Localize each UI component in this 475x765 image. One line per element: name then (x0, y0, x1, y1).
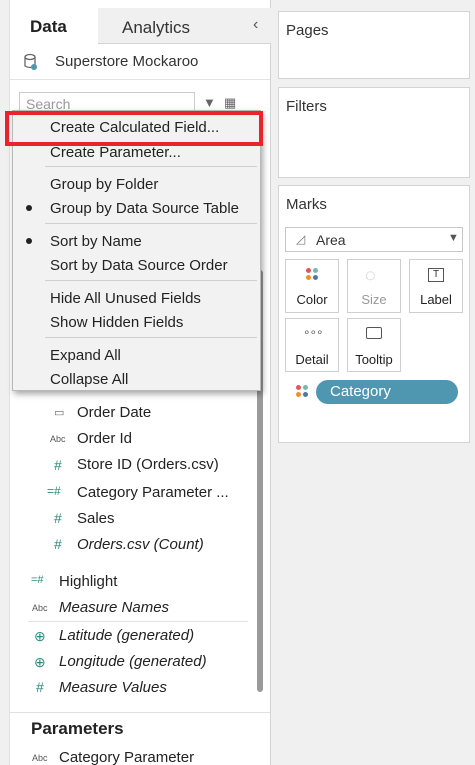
color-encoding-dot (296, 392, 301, 397)
menu-item-group-by-folder[interactable]: Group by Folder (50, 176, 158, 193)
category-pill[interactable]: Category (316, 380, 458, 404)
tooltip-button[interactable]: Tooltip (347, 318, 401, 372)
field-divider (28, 621, 248, 622)
field-measure-names[interactable]: Measure Names (59, 599, 169, 616)
field-options-menu: Create Calculated Field... Create Parame… (12, 110, 261, 391)
detail-icon: ∘∘∘ (303, 325, 324, 339)
field-order-date[interactable]: Order Date (77, 404, 151, 421)
menu-item-expand-all[interactable]: Expand All (50, 347, 121, 364)
string-icon: Abc (50, 434, 66, 444)
label-button[interactable]: T Label (409, 259, 463, 313)
filters-shelf[interactable]: Filters (278, 87, 470, 178)
string-icon: Abc (32, 603, 48, 613)
field-category-parameter[interactable]: Category Parameter ... (77, 484, 229, 501)
date-icon: ▭ (54, 407, 65, 419)
datasource-icon (24, 53, 37, 70)
number-icon: # (54, 510, 62, 526)
checked-bullet-icon (26, 238, 32, 244)
field-store-id[interactable]: Store ID (Orders.csv) (77, 456, 219, 473)
menu-separator (45, 223, 257, 224)
menu-item-show-hidden-fields[interactable]: Show Hidden Fields (50, 314, 183, 331)
size-button[interactable]: ◌ Size (347, 259, 401, 313)
globe-icon: ⊕ (34, 654, 46, 670)
tooltip-label: Tooltip (355, 352, 393, 367)
parameters-header: Parameters (31, 719, 124, 738)
tab-data[interactable]: Data (10, 8, 98, 44)
color-dot (313, 275, 318, 280)
tab-analytics[interactable]: Analytics (98, 8, 271, 44)
chevron-down-icon[interactable]: ▼ (448, 232, 459, 244)
section-divider (10, 712, 270, 713)
menu-item-sort-by-data-source-order[interactable]: Sort by Data Source Order (50, 257, 228, 274)
collapse-pane-icon[interactable]: ‹ (253, 16, 258, 34)
menu-item-group-by-data-source-table[interactable]: Group by Data Source Table (50, 200, 239, 217)
globe-icon: ⊕ (34, 628, 46, 644)
pages-title: Pages (286, 22, 329, 39)
field-latitude[interactable]: Latitude (generated) (59, 627, 194, 644)
menu-item-hide-all-unused-fields[interactable]: Hide All Unused Fields (50, 290, 201, 307)
tooltip-icon (366, 327, 382, 339)
field-longitude[interactable]: Longitude (generated) (59, 653, 207, 670)
color-encoding-dot (296, 385, 301, 390)
detail-label: Detail (295, 352, 329, 367)
checked-bullet-icon (26, 205, 32, 211)
parameter-item[interactable]: Category Parameter (59, 749, 194, 765)
marks-card: Marks (278, 185, 470, 443)
field-order-id[interactable]: Order Id (77, 430, 132, 447)
string-icon: Abc (32, 753, 48, 763)
mark-type-value: Area (316, 232, 346, 248)
field-highlight[interactable]: Highlight (59, 573, 117, 590)
menu-separator (45, 280, 257, 281)
annotation-highlight-box (5, 111, 263, 146)
size-label: Size (361, 292, 387, 307)
field-sales[interactable]: Sales (77, 510, 115, 527)
color-label: Color (296, 292, 328, 307)
mark-type-dropdown[interactable] (285, 227, 463, 252)
field-orders-count[interactable]: Orders.csv (Count) (77, 536, 204, 553)
filter-icon[interactable]: ▼ (203, 95, 216, 110)
menu-item-collapse-all[interactable]: Collapse All (50, 371, 128, 388)
color-encoding-dot (303, 385, 308, 390)
color-encoding-dot (303, 392, 308, 397)
color-dot (306, 275, 311, 280)
label-label: Label (420, 292, 452, 307)
menu-item-sort-by-name[interactable]: Sort by Name (50, 233, 142, 250)
calculated-number-icon: =# (31, 574, 44, 586)
menu-separator (45, 166, 257, 167)
size-icon: ◌ (365, 265, 376, 285)
field-measure-values[interactable]: Measure Values (59, 679, 167, 696)
label-icon: T (428, 268, 444, 282)
menu-separator (45, 337, 257, 338)
color-dot (306, 268, 311, 273)
number-icon: # (36, 679, 44, 695)
color-dot (313, 268, 318, 273)
marks-title: Marks (286, 196, 327, 213)
area-chart-icon: ◿ (296, 232, 306, 246)
number-icon: # (54, 536, 62, 552)
parameter-number-icon: =# (47, 484, 61, 498)
filters-title: Filters (286, 98, 327, 115)
color-button[interactable]: Color (285, 259, 339, 313)
datasource-name: Superstore Mockaroo (55, 53, 199, 70)
pages-shelf[interactable]: Pages (278, 11, 470, 79)
menu-item-create-parameter[interactable]: Create Parameter... (50, 144, 181, 161)
detail-button[interactable]: ∘∘∘ Detail (285, 318, 339, 372)
number-icon: # (54, 457, 62, 473)
view-options-icon[interactable]: ▦ (224, 95, 236, 111)
